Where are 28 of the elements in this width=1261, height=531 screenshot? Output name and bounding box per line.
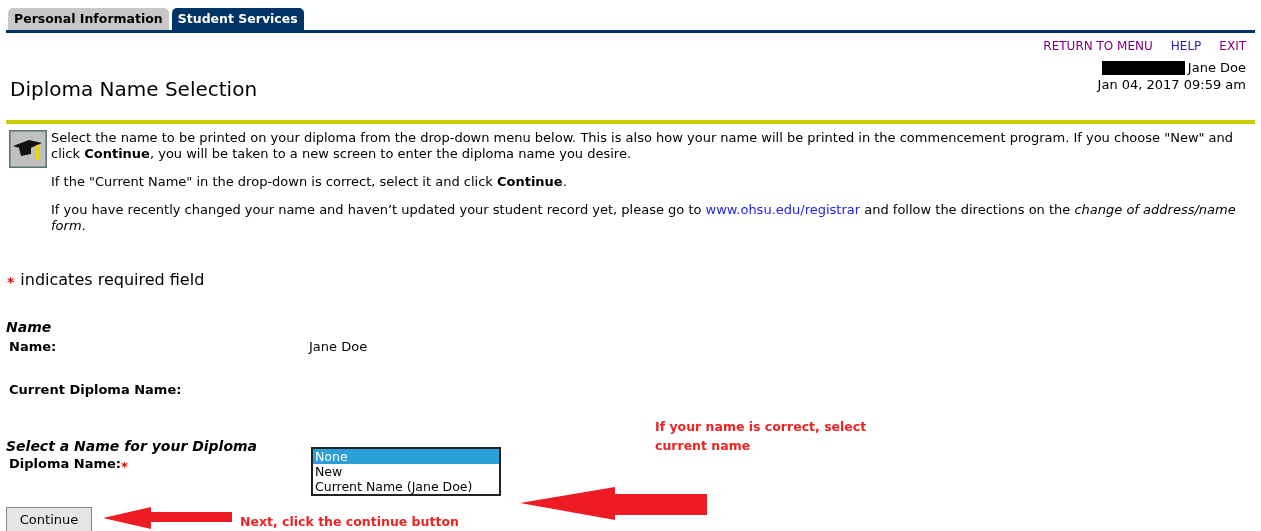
instruction-text: If you have recently changed your name and haven’t updated your student record yet, please go to www.ohsu.edu/registrar and follow the directions on the change of address/name form. — [51, 202, 1237, 234]
required-asterisk: * — [7, 274, 15, 290]
date-time: Jan 04, 2017 09:59 am — [1097, 76, 1246, 93]
graduation-cap-icon — [9, 130, 47, 168]
field-label: Current Diploma Name: — [9, 381, 183, 399]
required-note: indicates required field — [20, 270, 205, 290]
field-label: Name: — [9, 338, 58, 356]
listbox-option[interactable]: New — [313, 464, 499, 479]
diploma-name-listbox[interactable]: None New Current Name (Jane Doe) — [311, 447, 501, 496]
nav-link[interactable]: RETURN TO MENU — [1043, 38, 1153, 54]
annotation-text: If your name is correct, select current name — [655, 418, 868, 455]
page-title: Diploma Name Selection — [10, 77, 258, 101]
section-heading: Name — [6, 318, 52, 336]
tab[interactable]: Personal Information — [8, 8, 169, 30]
tab[interactable]: Student Services — [171, 8, 304, 30]
listbox-option[interactable]: Current Name (Jane Doe) — [313, 479, 499, 494]
instruction-text: Select the name to be printed on your diploma from the drop-down menu below. This is also how your name will be printed in the commencement program. If you choose "New" and click Continue, you will be taken to a new screen to enter the diploma name you desire. — [51, 130, 1235, 162]
section-heading: Select a Name for your Diploma — [6, 437, 258, 455]
registrar-link[interactable]: www.ohsu.edu/registrar — [705, 202, 861, 217]
field-label: Diploma Name: — [9, 455, 121, 473]
annotation-text: Next, click the continue button — [240, 514, 459, 530]
continue-button[interactable]: Continue — [6, 507, 92, 531]
user-name: Jane Doe — [1187, 60, 1246, 76]
required-asterisk: * — [121, 458, 128, 476]
nav-link[interactable]: EXIT — [1219, 38, 1246, 54]
field-value: Jane Doe — [309, 338, 368, 356]
instruction-text: If the "Current Name" in the drop-down is correct, select it and click Continue. — [51, 174, 568, 190]
nav-link[interactable]: HELP — [1170, 38, 1202, 54]
